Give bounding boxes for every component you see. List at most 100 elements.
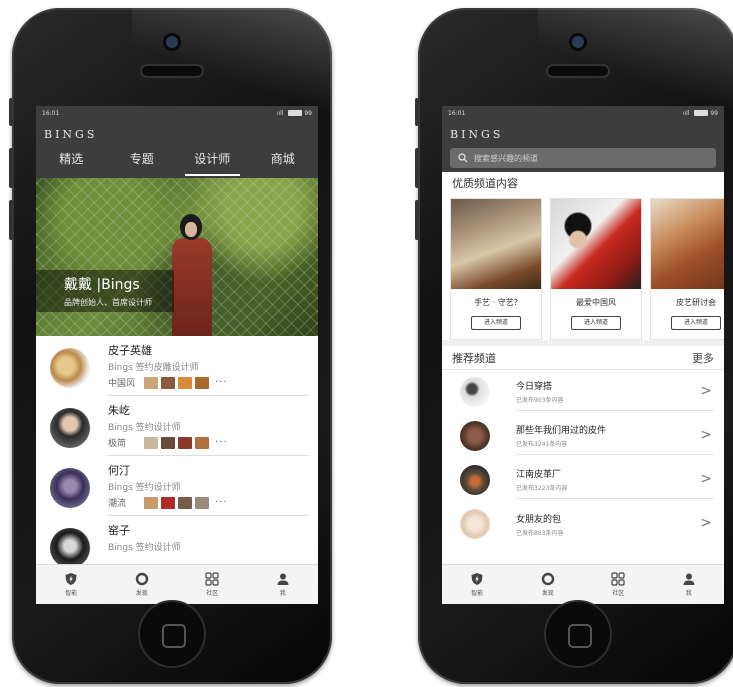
mute-switch [415, 98, 419, 126]
signal-icon: ııll [682, 109, 690, 117]
channel-count: 已发布863条内容 [516, 529, 564, 537]
more-works-icon[interactable]: ··· [215, 437, 228, 448]
avatar [50, 468, 90, 508]
volume-down-button [415, 200, 419, 240]
work-thumbnail[interactable] [161, 436, 175, 449]
home-button[interactable] [546, 602, 610, 666]
list-item[interactable]: 江南皮革厂 已发布3223条内容 > [442, 458, 724, 502]
work-thumbnail[interactable] [144, 376, 158, 389]
bottom-nav: 智能 发现 社区 我 [442, 564, 724, 604]
style-tag: 极简 [108, 439, 127, 449]
designer-name: 何汀 [108, 464, 130, 477]
status-bar: 16:01 ııll 99 [36, 106, 318, 120]
designer-title: Bings 签约设计师 [108, 543, 181, 553]
nav-smart[interactable]: 智能 [442, 565, 513, 604]
home-button[interactable] [140, 602, 204, 666]
list-item[interactable]: 何汀 Bings 签约设计师 潮流 ··· [36, 456, 318, 516]
nav-label: 发现 [541, 590, 554, 597]
work-thumbnail[interactable] [144, 496, 158, 509]
status-right: ııll 99 [683, 110, 718, 117]
hero-caption: 戴戴 |Bings 品牌创始人、首席设计师 [36, 270, 174, 312]
hero-banner[interactable]: 戴戴 |Bings 品牌创始人、首席设计师 [36, 178, 318, 336]
recommended-title: 推荐频道 [452, 351, 496, 365]
channel-name: 那些年我们用过的皮件 [516, 426, 607, 436]
more-works-icon[interactable]: ··· [215, 497, 228, 508]
work-thumbnail[interactable] [161, 376, 175, 389]
enter-channel-button[interactable]: 进入频道 [471, 316, 521, 330]
more-works-icon[interactable]: ··· [215, 377, 228, 388]
card-title: 手艺 · 守艺? [474, 298, 518, 307]
featured-carousel[interactable]: 手艺 · 守艺? 进入频道 最爱中国风 进入频道 皮艺研讨会 进入频道 [442, 194, 724, 340]
tab-shop[interactable]: 商城 [248, 144, 319, 178]
list-item[interactable]: 女朋友的包 已发布863条内容 > [442, 502, 724, 546]
search-icon [458, 153, 468, 163]
nav-me[interactable]: 我 [248, 565, 319, 604]
designer-title: Bings 签约设计师 [108, 483, 181, 493]
recommended-header: 推荐频道 更多 [442, 346, 724, 370]
search-bar: 搜索感兴趣的频道 [442, 144, 724, 172]
work-thumbnail[interactable] [161, 496, 175, 509]
nav-discover[interactable]: 发现 [513, 565, 584, 604]
search-input[interactable]: 搜索感兴趣的频道 [450, 148, 716, 168]
hero-title: 戴戴 |Bings [64, 277, 140, 293]
work-thumbnail[interactable] [195, 436, 209, 449]
designer-tags: 潮流 ··· [108, 496, 308, 509]
user-icon [683, 573, 695, 585]
nav-label: 智能 [471, 590, 484, 597]
featured-title: 优质频道内容 [452, 177, 518, 190]
nav-label: 我 [685, 590, 692, 597]
volume-up-button [415, 148, 419, 188]
channel-count: 已发布903条内容 [516, 397, 564, 404]
status-right: ııll 99 [277, 110, 312, 117]
list-item[interactable]: 皮子英雄 Bings 签约皮雕设计师 中国风 ··· [36, 336, 318, 396]
chevron-right-icon: > [700, 515, 712, 531]
enter-channel-button[interactable]: 进入频道 [671, 316, 721, 330]
more-link[interactable]: 更多 [692, 350, 714, 366]
featured-header: 优质频道内容 [442, 172, 724, 194]
chevron-right-icon: > [700, 427, 712, 443]
nav-community[interactable]: 社区 [177, 565, 248, 604]
style-tag: 中国风 [108, 379, 136, 389]
channel-avatar [460, 421, 490, 451]
nav-smart[interactable]: 智能 [36, 565, 107, 604]
tab-topics[interactable]: 专题 [107, 144, 178, 178]
work-thumbnail[interactable] [195, 376, 209, 389]
designer-name: 窑子 [108, 524, 130, 537]
nav-discover[interactable]: 发现 [107, 565, 178, 604]
work-thumbnail[interactable] [195, 496, 209, 509]
battery-icon [288, 110, 303, 116]
front-camera [166, 36, 178, 48]
designer-name: 皮子英雄 [108, 344, 152, 357]
designer-list: 皮子英雄 Bings 签约皮雕设计师 中国风 ··· 朱屹 Bings 签约设计… [36, 336, 318, 576]
front-camera [572, 36, 584, 48]
status-time: 16:01 [448, 109, 466, 117]
brand-logo: BINGS [36, 120, 318, 144]
list-item[interactable]: 朱屹 Bings 签约设计师 极简 ··· [36, 396, 318, 456]
work-thumbnail[interactable] [178, 436, 192, 449]
search-placeholder: 搜索感兴趣的频道 [474, 153, 538, 163]
tab-featured[interactable]: 精选 [36, 144, 107, 178]
work-thumbnail[interactable] [178, 376, 192, 389]
work-thumbnail[interactable] [178, 496, 192, 509]
channel-card[interactable]: 最爱中国风 进入频道 [550, 198, 642, 340]
nav-community[interactable]: 社区 [583, 565, 654, 604]
tab-designers[interactable]: 设计师 [177, 144, 248, 178]
nav-label: 发现 [135, 590, 148, 597]
designer-name: 朱屹 [108, 404, 130, 417]
battery-level: 99 [710, 109, 718, 117]
list-item[interactable]: 那些年我们用过的皮件 已发布3241条内容 > [442, 414, 724, 458]
earpiece-speaker [548, 66, 608, 76]
list-item[interactable]: 今日穿搭 已发布903条内容 > [442, 370, 724, 414]
nav-me[interactable]: 我 [654, 565, 725, 604]
glass-glare [132, 8, 332, 118]
shield-bolt-icon [65, 573, 77, 585]
enter-channel-button[interactable]: 进入频道 [571, 316, 621, 330]
channel-name: 女朋友的包 [516, 514, 562, 525]
avatar [50, 408, 90, 448]
designer-screen: 16:01 ııll 99 BINGS 精选 专题 设计师 商城 戴戴 |Bin… [36, 106, 318, 604]
channel-card[interactable]: 手艺 · 守艺? 进入频道 [450, 198, 542, 340]
channel-card[interactable]: 皮艺研讨会 进入频道 [650, 198, 724, 340]
nav-label: 社区 [206, 590, 219, 597]
channel-name: 今日穿搭 [516, 382, 553, 392]
work-thumbnail[interactable] [144, 436, 158, 449]
